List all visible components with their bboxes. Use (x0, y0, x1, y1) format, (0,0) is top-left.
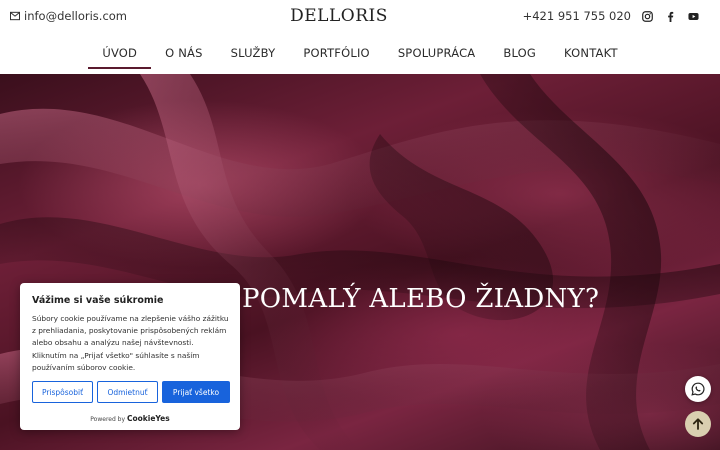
nav-item-o-nas[interactable]: O NÁS (151, 38, 216, 69)
scroll-to-top-button[interactable] (685, 411, 711, 437)
hero-title: POMALÝ ALEBO ŽIADNY? (242, 284, 600, 314)
top-bar: info@delloris.com DELLORIS +421 951 755 … (0, 0, 720, 36)
arrow-up-icon (692, 418, 704, 430)
nav-item-sluzby[interactable]: SLUŽBY (217, 38, 290, 69)
accept-all-button[interactable]: Prijať všetko (162, 381, 230, 403)
nav-item-portfolio[interactable]: PORTFÓLIO (289, 38, 383, 69)
nav-item-kontakt[interactable]: KONTAKT (550, 38, 632, 69)
nav-item-blog[interactable]: BLOG (489, 38, 550, 69)
reject-button[interactable]: Odmietnuť (97, 381, 158, 403)
cookieyes-logo[interactable]: CookieYes (127, 414, 170, 423)
youtube-icon[interactable] (687, 10, 700, 23)
customize-button[interactable]: Prispôsobiť (32, 381, 93, 403)
whatsapp-icon (691, 382, 705, 396)
cookie-description: Súbory cookie používame na zlepšenie váš… (32, 314, 229, 372)
facebook-icon[interactable] (664, 10, 677, 23)
nav-item-spolupraca[interactable]: SPOLUPRÁCA (384, 38, 490, 69)
cookie-consent-banner: Vážime si vaše súkromie Súbory cookie po… (20, 283, 240, 430)
whatsapp-button[interactable] (685, 376, 711, 402)
main-nav: ÚVOD O NÁS SLUŽBY PORTFÓLIO SPOLUPRÁCA B… (0, 38, 720, 74)
phone-link[interactable]: +421 951 755 020 (523, 9, 631, 23)
nav-item-uvod[interactable]: ÚVOD (88, 38, 151, 69)
cookie-title: Vážime si vaše súkromie (32, 295, 164, 306)
powered-by: Powered by CookieYes (20, 414, 240, 423)
instagram-icon[interactable] (641, 10, 654, 23)
powered-by-text: Powered by (90, 416, 126, 423)
